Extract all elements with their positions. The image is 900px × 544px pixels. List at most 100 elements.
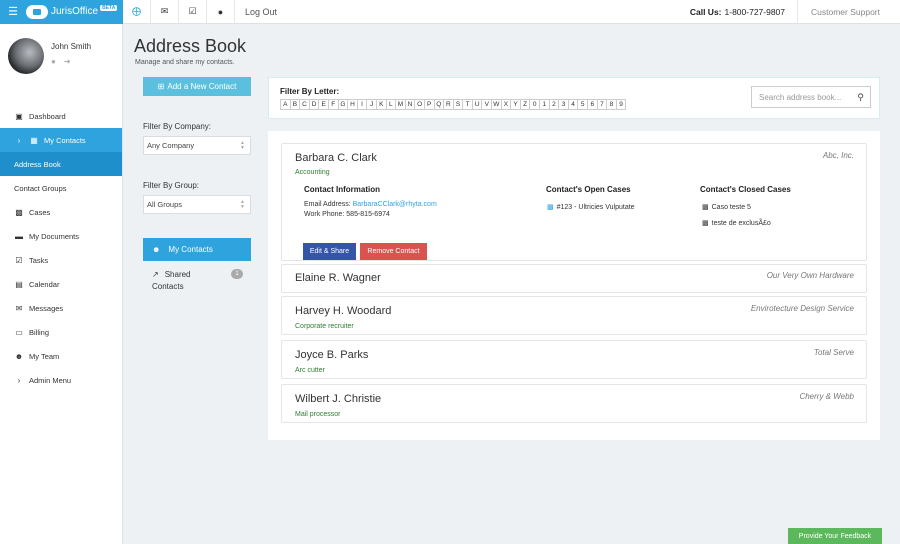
sidebar-item-label: Address Book [14, 159, 61, 169]
letter-filter-9[interactable]: 9 [615, 99, 627, 110]
sidebar-item-label: My Team [29, 351, 60, 361]
select-arrows-icon: ▲ ▼ [240, 199, 245, 210]
sidebar-item-billing[interactable]: ▭ Billing [0, 320, 122, 344]
sidebar-item-label: Messages [29, 303, 64, 313]
case-icon: ▩ [702, 220, 709, 227]
contact-company: Envirotecture Design Service [750, 304, 854, 313]
shared-contacts-link[interactable]: ↗ Shared Contacts [152, 269, 222, 293]
users-icon: ☻ [152, 245, 161, 254]
checkbox-icon: ☑ [15, 255, 23, 265]
sidebar-item-messages[interactable]: ✉ Messages [0, 296, 122, 320]
contact-role: Arc cutter [295, 367, 325, 374]
sidebar-item-admin-menu[interactable]: › Admin Menu [0, 368, 122, 392]
sidebar-nav: ▣ Dashboard › ▦ My Contacts Address Book… [0, 104, 122, 392]
profile-icons: ● ➜ [51, 57, 71, 66]
contact-role: Accounting [295, 169, 330, 176]
call-number[interactable]: 1-800-727-9807 [725, 7, 786, 17]
brand: ☰ JurisOffice BETA [0, 0, 123, 24]
sidebar: John Smith ● ➜ ▣ Dashboard › ▦ My Contac… [0, 24, 123, 544]
group-filter-label: Filter By Group: [143, 181, 200, 190]
envelope-icon: ✉ [15, 303, 23, 313]
contact-info-title: Contact Information [304, 185, 380, 194]
closed-case-item[interactable]: ▩ teste de exclusÃ£o [702, 219, 771, 227]
sidebar-item-address-book[interactable]: Address Book [0, 152, 122, 176]
menu-icon[interactable]: ☰ [0, 0, 26, 24]
sidebar-item-label: Billing [29, 327, 50, 337]
briefcase-icon: ▩ [15, 207, 23, 217]
closed-case-item[interactable]: ▩ Caso teste 5 [702, 203, 751, 211]
contact-role: Mail processor [295, 411, 341, 418]
sidebar-item-label: Contact Groups [14, 183, 67, 193]
feedback-button[interactable]: Provide Your Feedback [788, 528, 882, 544]
plus-circle-icon[interactable]: ⨁ [123, 0, 151, 24]
contact-company: Cherry & Webb [799, 392, 854, 401]
open-case-label: #123 - Ultricies Vulputate [556, 204, 635, 211]
closed-case-label: Caso teste 5 [711, 204, 751, 211]
cloud-logo-icon [26, 4, 48, 19]
plus-square-icon: ⊞ [157, 82, 165, 91]
contact-card-expanded[interactable]: Barbara C. Clark Accounting Abc, Inc. Co… [281, 143, 867, 261]
call-us: Call Us: 1-800-727-9807 [690, 0, 799, 24]
page-subtitle: Manage and share my contacts. [135, 59, 235, 66]
contact-card[interactable]: Joyce B. Parks Arc cutter Total Serve [281, 340, 867, 379]
sidebar-item-cases[interactable]: ▩ Cases [0, 200, 122, 224]
sidebar-item-contact-groups[interactable]: Contact Groups [0, 176, 122, 200]
contact-email-line: Email Address: BarbaraCClark@rhyta.com [304, 201, 437, 208]
letter-filter-panel: Filter By Letter: ABCDEFGHIJKLMNOPQRSTUV… [268, 77, 880, 119]
calendar-icon: ▤ [15, 279, 23, 289]
contact-card[interactable]: Wilbert J. Christie Mail processor Cherr… [281, 384, 867, 423]
sidebar-item-label: My Contacts [44, 135, 86, 145]
beta-badge: BETA [100, 4, 118, 11]
checkbox-icon[interactable]: ☑ [179, 0, 207, 24]
contact-company: Abc, Inc. [822, 151, 854, 160]
contact-company: Total Serve [813, 348, 854, 357]
sidebar-item-label: Calendar [29, 279, 60, 289]
letter-filter-label: Filter By Letter: [280, 87, 340, 96]
sidebar-item-my-documents[interactable]: ▬ My Documents [0, 224, 122, 248]
email-link[interactable]: BarbaraCClark@rhyta.com [353, 201, 437, 208]
customer-support-link[interactable]: Customer Support [798, 7, 900, 17]
remove-contact-button[interactable]: Remove Contact [360, 243, 427, 260]
contact-name[interactable]: Wilbert J. Christie [295, 393, 381, 405]
group-select[interactable]: All Groups ▲ ▼ [143, 195, 251, 214]
chevron-right-icon: › [17, 375, 21, 385]
envelope-icon[interactable]: ✉ [151, 0, 179, 24]
sidebar-item-my-contacts[interactable]: › ▦ My Contacts [0, 128, 122, 152]
contact-name[interactable]: Barbara C. Clark [295, 152, 377, 164]
search-icon[interactable]: ⚲ [857, 92, 864, 103]
contact-name[interactable]: Elaine R. Wagner [295, 272, 381, 284]
closed-cases-title: Contact's Closed Cases [700, 185, 791, 194]
open-case-item[interactable]: ▩ #123 - Ultricies Vulputate [547, 203, 635, 211]
contact-card[interactable]: Elaine R. Wagner Our Very Own Hardware [281, 264, 867, 293]
case-icon: ▩ [702, 204, 709, 211]
contact-name[interactable]: Harvey H. Woodard [295, 305, 391, 317]
top-icon-group: ⨁ ✉ ☑ ● [123, 0, 235, 24]
chevron-right-icon: › [17, 135, 21, 145]
my-contacts-label: My Contacts [168, 245, 213, 254]
add-contact-button[interactable]: ⊞ Add a New Contact [143, 77, 251, 96]
folder-icon: ▬ [15, 231, 23, 241]
shared-count-badge: 1 [231, 269, 243, 279]
sign-out-icon[interactable]: ➜ [64, 57, 71, 66]
top-bar: ☰ JurisOffice BETA ⨁ ✉ ☑ ● Log Out Call … [0, 0, 900, 24]
sidebar-item-label: Cases [29, 207, 51, 217]
avatar[interactable] [8, 38, 44, 74]
edit-share-button[interactable]: Edit & Share [303, 243, 356, 260]
open-cases-title: Contact's Open Cases [546, 185, 631, 194]
app-name[interactable]: JurisOffice [51, 6, 98, 17]
contact-card[interactable]: Harvey H. Woodard Corporate recruiter En… [281, 296, 867, 335]
sidebar-item-label: Tasks [29, 255, 49, 265]
user-icon[interactable]: ● [207, 0, 235, 24]
sidebar-item-tasks[interactable]: ☑ Tasks [0, 248, 122, 272]
closed-case-label: teste de exclusÃ£o [711, 220, 771, 227]
my-contacts-button[interactable]: ☻ My Contacts [143, 238, 251, 261]
sidebar-item-dashboard[interactable]: ▣ Dashboard [0, 104, 122, 128]
contact-name[interactable]: Joyce B. Parks [295, 349, 368, 361]
company-select[interactable]: Any Company ▲ ▼ [143, 136, 251, 155]
sidebar-item-label: Admin Menu [29, 375, 72, 385]
user-icon[interactable]: ● [51, 57, 56, 66]
sidebar-item-my-team[interactable]: ☻ My Team [0, 344, 122, 368]
search-input[interactable]: Search address book... ⚲ [751, 86, 871, 108]
logout-link[interactable]: Log Out [235, 7, 277, 17]
sidebar-item-calendar[interactable]: ▤ Calendar [0, 272, 122, 296]
